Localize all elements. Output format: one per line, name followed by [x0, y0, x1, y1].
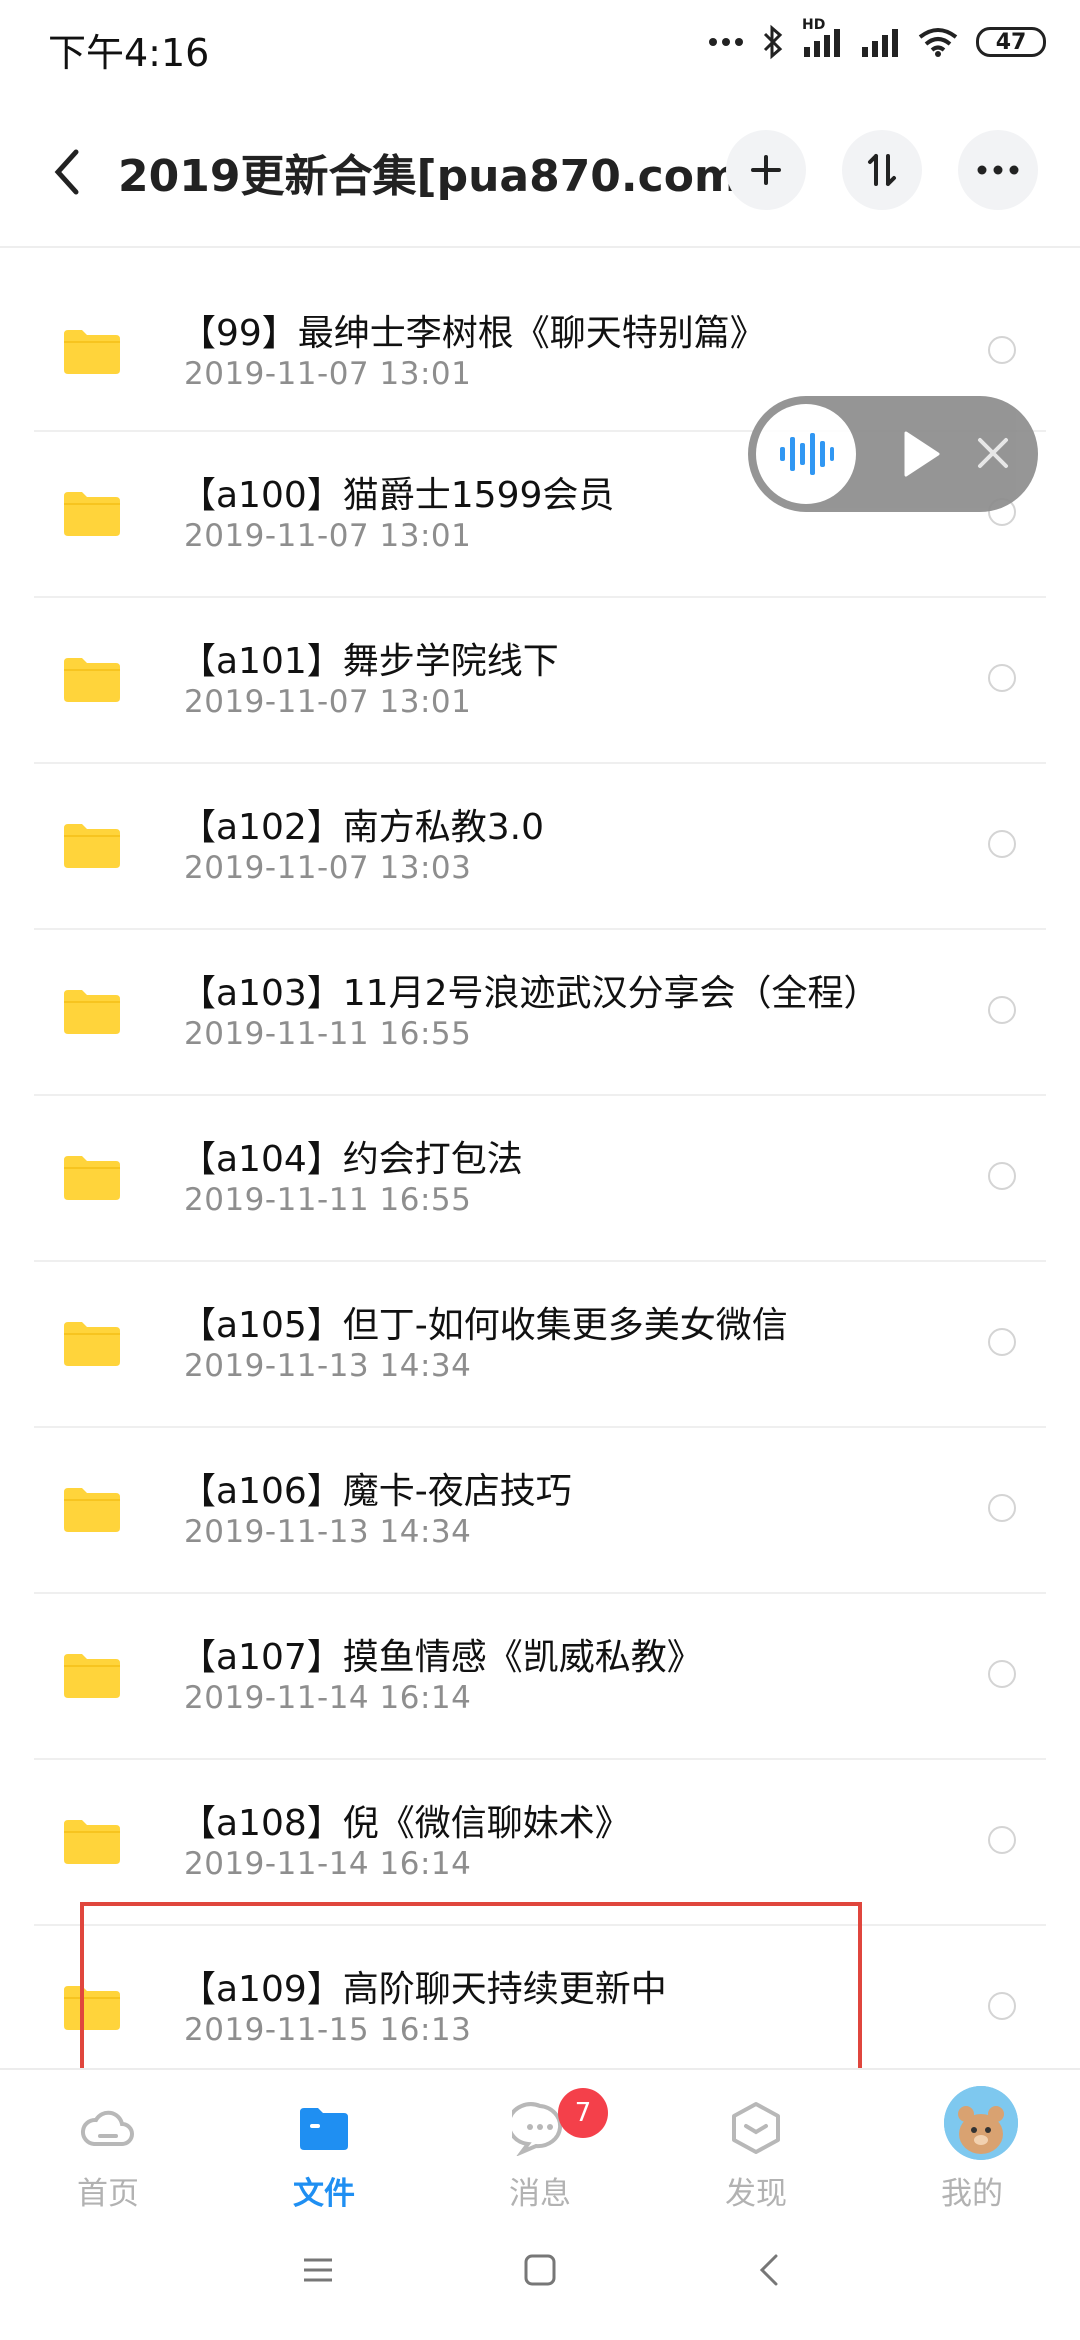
list-item[interactable]: 【a106】魔卡-夜店技巧 2019-11-13 14:34 [34, 1428, 1046, 1594]
file-date: 2019-11-11 16:55 [184, 1182, 472, 1218]
select-radio[interactable] [988, 996, 1016, 1024]
status-bar: 下午4:16 HD 47 [0, 0, 1080, 96]
tab-label-home: 首页 [77, 2176, 139, 2212]
select-radio[interactable] [988, 1826, 1016, 1854]
bottom-tab-bar: 首页 文件 7 消息 发现 我的 [0, 2068, 1080, 2212]
folder-icon [64, 330, 120, 374]
audio-wave-button[interactable] [756, 404, 856, 504]
file-date: 2019-11-14 16:14 [184, 1846, 472, 1882]
file-date: 2019-11-07 13:01 [184, 356, 472, 392]
plus-icon [751, 155, 781, 185]
sound-wave-icon [780, 433, 834, 475]
status-icons: HD 47 [708, 17, 1046, 60]
select-radio[interactable] [988, 336, 1016, 364]
close-icon[interactable] [974, 434, 1012, 472]
more-icon [977, 165, 1019, 175]
menu-icon[interactable] [300, 2252, 336, 2288]
home-square-icon[interactable] [522, 2252, 558, 2288]
sort-button[interactable] [842, 130, 922, 210]
tab-discover[interactable]: 发现 [648, 2070, 864, 2212]
battery-indicator: 47 [976, 27, 1046, 57]
tab-home[interactable]: 首页 [0, 2070, 216, 2212]
system-nav-bar [0, 2208, 1080, 2340]
file-name: 【a102】南方私教3.0 [180, 807, 545, 848]
status-time: 下午4:16 [48, 31, 210, 75]
folder-icon [64, 1654, 120, 1698]
file-date: 2019-11-07 13:03 [184, 850, 472, 886]
select-radio[interactable] [988, 1162, 1016, 1190]
list-item[interactable]: 【a101】舞步学院线下 2019-11-07 13:01 [34, 598, 1046, 764]
file-list: 【99】最绅士李树根《聊天特别篇》 2019-11-07 13:01 【a100】猫… [34, 270, 1046, 2092]
file-date: 2019-11-13 14:34 [184, 1514, 472, 1550]
highlight-annotation [80, 1902, 862, 2088]
signal-hd: HD [802, 17, 842, 57]
chevron-left-icon[interactable] [46, 142, 86, 202]
select-radio[interactable] [988, 1494, 1016, 1522]
file-date: 2019-11-07 13:01 [184, 518, 472, 554]
list-item[interactable]: 【a105】但丁-如何收集更多美女微信 2019-11-13 14:34 [34, 1262, 1046, 1428]
file-name: 【a100】猫爵士1599会员 [180, 475, 615, 516]
list-item[interactable]: 【a107】摸鱼情感《凯威私教》 2019-11-14 16:14 [34, 1594, 1046, 1760]
folder-icon [300, 2108, 348, 2150]
list-item[interactable]: 【a102】南方私教3.0 2019-11-07 13:03 [34, 764, 1046, 930]
play-icon[interactable] [902, 430, 942, 478]
discover-icon [732, 2102, 780, 2154]
file-name: 【a106】魔卡-夜店技巧 [180, 1471, 572, 1512]
file-date: 2019-11-07 13:01 [184, 684, 472, 720]
folder-icon [64, 1488, 120, 1532]
list-item[interactable]: 【a103】11月2号浪迹武汉分享会（全程） 2019-11-11 16:55 [34, 930, 1046, 1096]
hd-badge: HD [802, 17, 826, 33]
select-radio[interactable] [988, 1992, 1016, 2020]
list-item[interactable]: 【a104】约会打包法 2019-11-11 16:55 [34, 1096, 1046, 1262]
file-date: 2019-11-13 14:34 [184, 1348, 472, 1384]
file-name: 【99】最绅士李树根《聊天特别篇》 [180, 313, 766, 354]
file-name: 【a108】倪《微信聊妹术》 [180, 1803, 631, 1844]
select-radio[interactable] [988, 1328, 1016, 1356]
file-date: 2019-11-11 16:55 [184, 1016, 472, 1052]
file-name: 【a101】舞步学院线下 [180, 641, 559, 682]
header-bar: 2019更新合集[pua870.com] [0, 96, 1080, 248]
folder-icon [64, 1156, 120, 1200]
wifi-icon [918, 28, 958, 57]
tab-messages[interactable]: 7 消息 [432, 2070, 648, 2212]
tab-me[interactable]: 我的 [864, 2070, 1080, 2212]
folder-icon [64, 492, 120, 536]
add-button[interactable] [726, 130, 806, 210]
back-triangle-icon[interactable] [752, 2252, 788, 2288]
audio-float-player[interactable] [748, 396, 1038, 512]
bluetooth-icon [763, 24, 783, 60]
page-title: 2019更新合集[pua870.com] [118, 151, 760, 202]
file-name: 【a104】约会打包法 [180, 1139, 523, 1180]
tab-files[interactable]: 文件 [216, 2070, 432, 2212]
tab-label-messages: 消息 [509, 2176, 571, 2212]
folder-icon [64, 1322, 120, 1366]
more-button[interactable] [958, 130, 1038, 210]
folder-icon [64, 824, 120, 868]
select-radio[interactable] [988, 664, 1016, 692]
avatar-image [944, 2086, 1018, 2160]
select-radio[interactable] [988, 830, 1016, 858]
file-name: 【a107】摸鱼情感《凯威私教》 [180, 1637, 703, 1678]
select-radio[interactable] [988, 1660, 1016, 1688]
folder-icon [64, 1820, 120, 1864]
tab-label-discover: 发现 [725, 2176, 787, 2212]
signal-icon-2 [862, 29, 898, 57]
file-date: 2019-11-14 16:14 [184, 1680, 472, 1716]
file-name: 【a103】11月2号浪迹武汉分享会（全程） [180, 973, 880, 1014]
file-name: 【a105】但丁-如何收集更多美女微信 [180, 1305, 788, 1346]
more-dots-icon [709, 38, 743, 46]
avatar [944, 2086, 1018, 2160]
tab-label-files: 文件 [293, 2176, 355, 2212]
folder-icon [64, 658, 120, 702]
unread-badge: 7 [558, 2088, 608, 2138]
folder-icon [64, 990, 120, 1034]
sort-icon [868, 154, 896, 186]
cloud-icon [81, 2110, 134, 2146]
tab-label-me: 我的 [941, 2176, 1003, 2212]
